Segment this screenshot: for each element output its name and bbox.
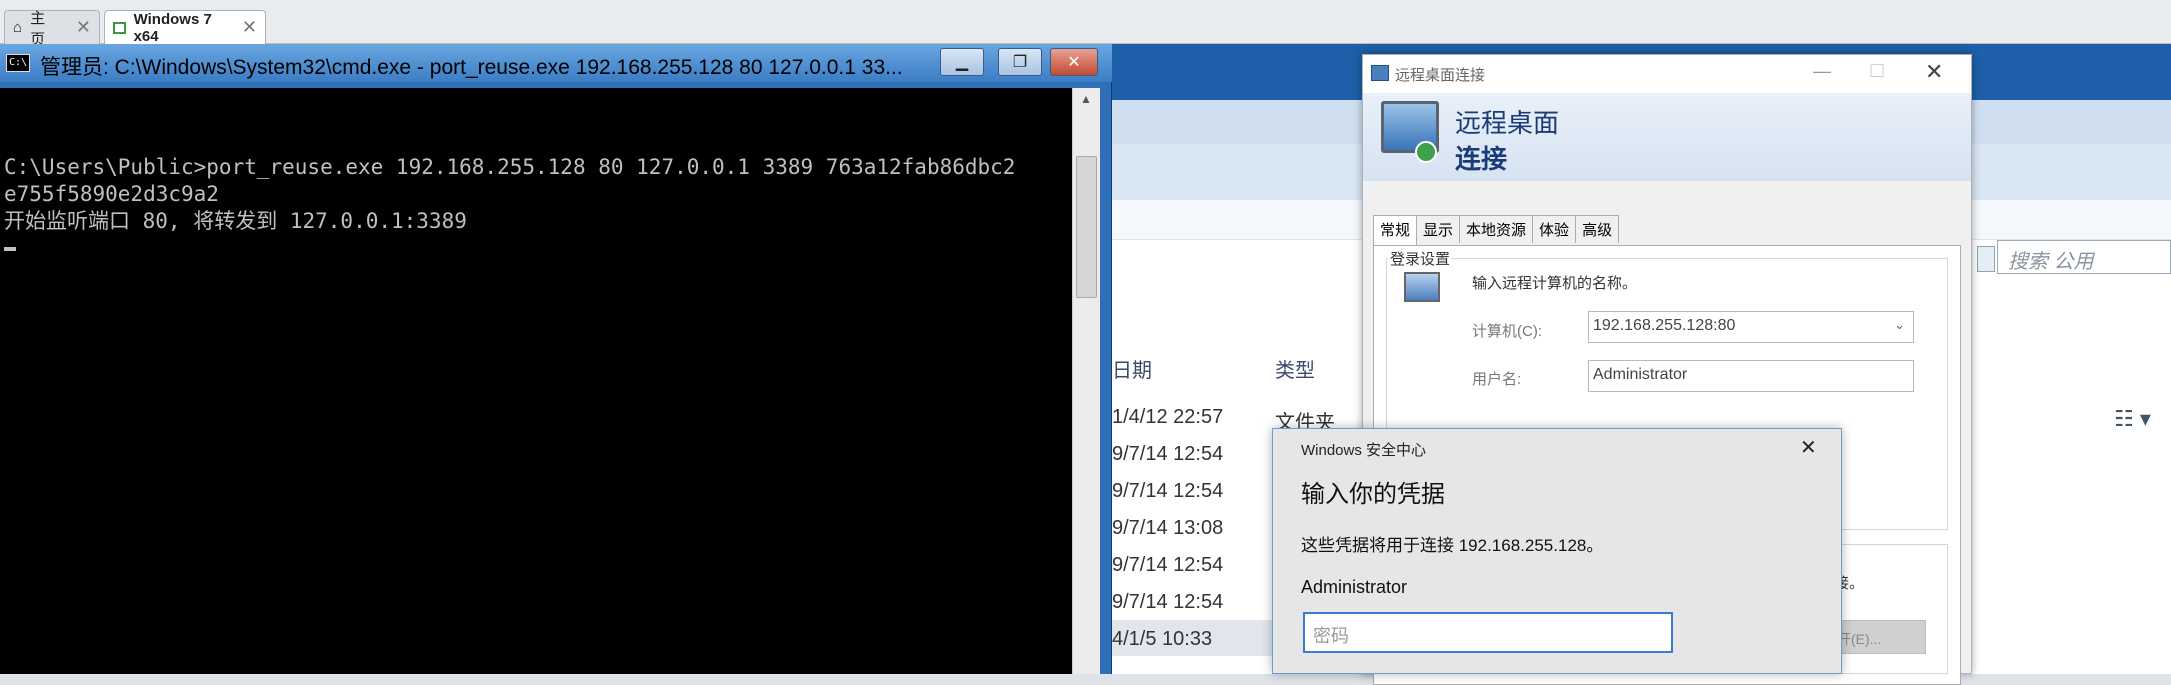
computer-label: 计算机(C):: [1472, 323, 1542, 340]
console-line: e755f5890e2d3c9a2: [4, 182, 219, 206]
rdc-heading-1: 远程桌面: [1455, 108, 1560, 138]
close-icon[interactable]: ✕: [242, 17, 257, 38]
row-date: 9/7/14 12:54: [1112, 480, 1224, 502]
minimize-button[interactable]: —: [1813, 61, 1831, 82]
home-icon: ⌂: [13, 19, 23, 36]
row-date: 9/7/14 12:54: [1112, 443, 1224, 465]
row-date: 9/7/14 13:08: [1112, 517, 1224, 539]
row-date: 9/7/14 12:54: [1112, 554, 1224, 576]
view-options-icon[interactable]: ☷ ▾: [2114, 406, 2151, 432]
rdc-app-icon: [1371, 65, 1389, 81]
computer-icon: [1404, 272, 1440, 302]
restore-button[interactable]: ❐: [998, 48, 1042, 76]
credential-heading: 输入你的凭据: [1301, 481, 1445, 508]
cmd-window: C:\ 管理员: C:\Windows\System32\cmd.exe - p…: [0, 44, 1112, 674]
group-title: 登录设置: [1388, 248, 1453, 269]
column-type[interactable]: 类型: [1275, 354, 1315, 383]
tab-general[interactable]: 常规: [1373, 215, 1418, 246]
maximize-button: ☐: [1869, 61, 1886, 81]
close-icon[interactable]: ✕: [76, 17, 91, 38]
vertical-scrollbar[interactable]: ▲: [1072, 88, 1100, 674]
vm-icon: [113, 21, 126, 34]
credential-username: Administrator: [1301, 577, 1408, 597]
row-date: 9/7/14 12:54: [1112, 591, 1224, 613]
credential-dialog-title: Windows 安全中心: [1301, 442, 1427, 459]
text-cursor: [4, 247, 16, 251]
tab-advanced[interactable]: 高级: [1575, 215, 1620, 243]
rdc-heading-2: 连接: [1455, 144, 1508, 174]
close-button[interactable]: ✕: [1050, 48, 1098, 76]
tab-home[interactable]: ⌂ 主页 ✕: [4, 10, 100, 48]
tab-home-label: 主页: [30, 9, 46, 48]
prompt-text: 输入远程计算机的名称。: [1472, 275, 1638, 292]
close-button[interactable]: ✕: [1800, 435, 1817, 460]
tab-windows7-label: Windows 7 x64: [133, 10, 212, 45]
rdc-banner: 远程桌面 连接: [1363, 93, 1971, 181]
console-line: 开始监听端口 80, 将转发到 127.0.0.1:3389: [4, 209, 467, 233]
cmd-title: 管理员: C:\Windows\System32\cmd.exe - port_…: [40, 56, 903, 79]
computer-value: 192.168.255.128:80: [1593, 317, 1736, 334]
console-line: C:\Users\Public>port_reuse.exe 192.168.2…: [4, 155, 1016, 179]
rdc-title: 远程桌面连接: [1395, 67, 1486, 84]
search-input[interactable]: 搜索 公用: [1997, 240, 2171, 274]
computer-field[interactable]: 192.168.255.128:80 ⌄: [1588, 311, 1914, 343]
credential-dialog: Windows 安全中心 ✕ 输入你的凭据 这些凭据将用于连接 192.168.…: [1272, 428, 1842, 674]
connect-badge-icon: [1415, 141, 1437, 163]
open-button[interactable]: 开(E)...: [1832, 620, 1926, 654]
chevron-down-icon[interactable]: ⌄: [1894, 317, 1905, 333]
cmd-icon: C:\: [6, 54, 30, 72]
scroll-thumb[interactable]: [1076, 156, 1097, 298]
vm-tab-strip: ⌂ 主页 ✕ Windows 7 x64 ✕: [0, 0, 2171, 48]
username-field[interactable]: Administrator: [1588, 360, 1914, 392]
credential-description: 这些凭据将用于连接 192.168.255.128。: [1301, 536, 1604, 555]
minimize-button[interactable]: ▁: [940, 48, 984, 76]
rdc-tabs: 常规 显示 本地资源 体验 高级: [1373, 215, 1620, 246]
close-button[interactable]: ✕: [1925, 59, 1943, 85]
row-date: 4/1/5 10:33: [1112, 628, 1213, 650]
tab-windows7[interactable]: Windows 7 x64 ✕: [104, 10, 266, 45]
cmd-titlebar[interactable]: C:\ 管理员: C:\Windows\System32\cmd.exe - p…: [0, 44, 1112, 82]
refresh-button[interactable]: [1977, 246, 1995, 272]
tab-experience[interactable]: 体验: [1532, 215, 1577, 243]
username-label: 用户名:: [1472, 371, 1522, 388]
password-input[interactable]: 密码: [1303, 612, 1673, 653]
tab-display[interactable]: 显示: [1416, 215, 1461, 243]
row-date: 1/4/12 22:57: [1112, 406, 1224, 428]
rdc-titlebar[interactable]: 远程桌面连接 — ☐ ✕: [1363, 55, 1971, 93]
tab-local-resources[interactable]: 本地资源: [1459, 215, 1534, 243]
scroll-up-icon[interactable]: ▲: [1080, 92, 1092, 106]
console-output[interactable]: C:\Users\Public>port_reuse.exe 192.168.2…: [0, 88, 1072, 674]
column-date[interactable]: 日期: [1112, 354, 1152, 383]
